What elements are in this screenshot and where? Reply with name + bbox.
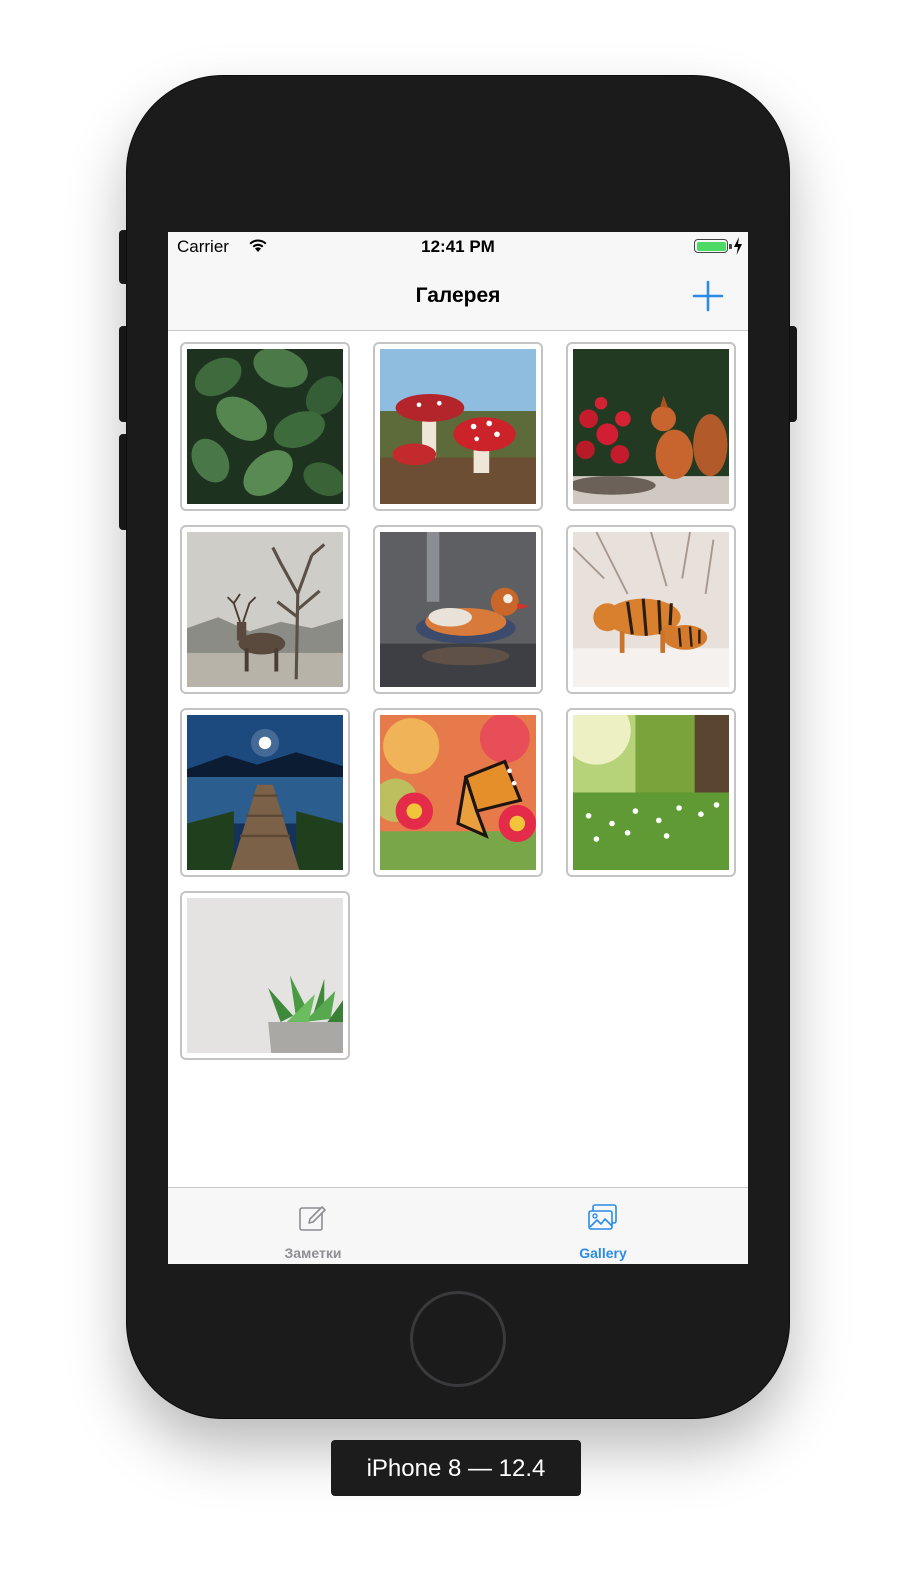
photo-tigers [573,532,729,687]
plus-icon[interactable] [692,280,724,312]
photo-meadow [573,715,729,870]
photo-cell-pier[interactable] [180,708,350,877]
photo-cell-deer[interactable] [180,525,350,694]
photo-cell-succulent[interactable] [180,891,350,1060]
photo-cell-duck[interactable] [373,525,543,694]
tab-notes-label: Заметки [284,1245,342,1261]
photo-cell-meadow[interactable] [566,708,736,877]
photo-cell-leaves[interactable] [180,342,350,511]
device-label: iPhone 8 — 12.4 [331,1440,581,1496]
photo-butterfly [380,715,536,870]
photo-leaves [187,349,343,504]
pencil-square-icon [299,1206,326,1231]
photo-deer [187,532,343,687]
tab-gallery[interactable]: Gallery [458,1188,748,1264]
photo-cell-tigers[interactable] [566,525,736,694]
photo-pier [187,715,343,870]
tab-notes[interactable]: Заметки [168,1188,458,1264]
tab-gallery-label: Gallery [579,1245,627,1261]
photo-squirrel [573,349,729,504]
app-screen: Carrier 12:41 PM Галерея Заметки Gallery [168,232,748,1264]
tab-bar: Заметки Gallery [168,1187,748,1264]
photo-cell-butterfly[interactable] [373,708,543,877]
battery-tip [729,244,732,249]
photos-icon [588,1204,617,1230]
status-bar: Carrier 12:41 PM [168,232,748,264]
home-button[interactable] [410,1291,506,1387]
charging-icon [734,237,742,255]
status-time: 12:41 PM [421,237,495,256]
photo-cell-mushrooms[interactable] [373,342,543,511]
battery-icon [694,239,728,253]
page-title: Галерея [415,284,501,307]
photo-succulent [187,898,343,1053]
photo-cell-squirrel[interactable] [566,342,736,511]
photo-mushrooms [380,349,536,504]
navigation-bar: Галерея [168,264,748,331]
photo-duck [380,532,536,687]
